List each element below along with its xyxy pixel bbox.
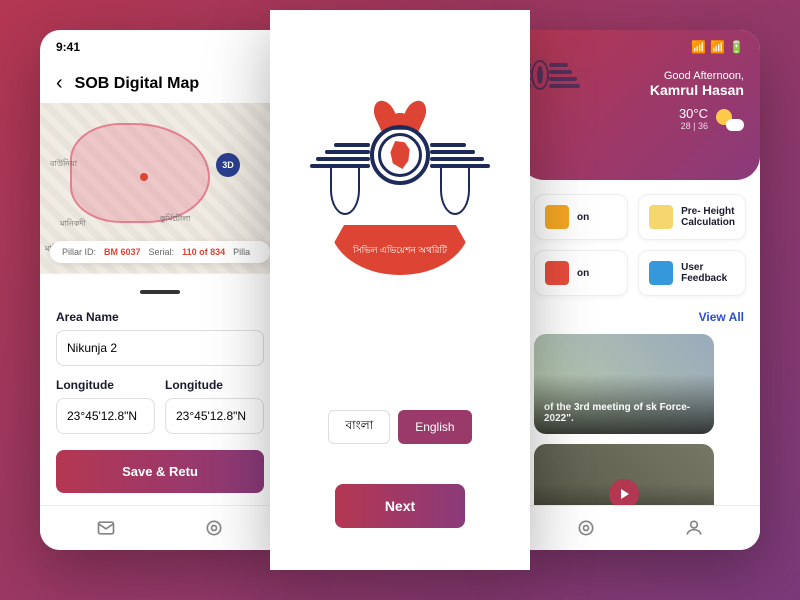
pillar-info-chip: Pillar ID: BM 6037 Serial: 110 of 834 Pi… xyxy=(50,241,270,263)
signal-icon: 📶 xyxy=(691,40,706,54)
map-label: মানিকদী xyxy=(60,218,86,231)
ribbon-banner: সিভিল এভিয়েশন অথরিটি xyxy=(330,225,470,275)
area-label: Area Name xyxy=(56,310,264,324)
next-button[interactable]: Next xyxy=(335,484,465,528)
page-title: SOB Digital Map xyxy=(75,75,199,93)
phone-splash-screen: সিভিল এভিয়েশন অথরিটি বাংলা English Next xyxy=(270,10,530,570)
folder-icon xyxy=(545,205,569,229)
bottom-nav xyxy=(520,505,760,550)
mail-icon[interactable] xyxy=(96,518,116,538)
roundel-icon xyxy=(370,125,430,185)
header: ‹ SOB Digital Map xyxy=(40,64,280,103)
target-icon[interactable] xyxy=(204,518,224,538)
news-card-1[interactable]: of the 3rd meeting of sk Force-2022". xyxy=(534,334,714,434)
wifi-icon: 📶 xyxy=(710,40,725,54)
target-icon[interactable] xyxy=(576,518,596,538)
news-carousel[interactable]: of the 3rd meeting of sk Force-2022". xyxy=(520,324,760,444)
map-label: কুর্মিটোলা xyxy=(160,213,191,226)
longitude-label-2: Longitude xyxy=(165,378,264,392)
lang-bangla-button[interactable]: বাংলা xyxy=(328,410,390,444)
longitude-input-2[interactable] xyxy=(165,398,264,434)
tile-1[interactable]: on xyxy=(534,194,628,240)
serial-label: Serial: xyxy=(149,247,175,257)
map-pin-icon xyxy=(140,173,148,181)
map-zone-overlay xyxy=(70,123,210,223)
bangladesh-map-icon xyxy=(388,141,412,169)
sheet-handle[interactable] xyxy=(140,290,180,294)
3d-toggle-badge[interactable]: 3D xyxy=(216,153,240,177)
map-view[interactable]: 3D বাউনিয়া মানিকদী মাটিকাটা কুর্মিটোলা … xyxy=(40,103,280,273)
status-icons: 📶 📶 🔋 xyxy=(691,40,744,54)
longitude-label: Longitude xyxy=(56,378,155,392)
view-all-link[interactable]: View All xyxy=(520,310,760,324)
surveyor-icon xyxy=(649,205,673,229)
battery-icon: 🔋 xyxy=(729,40,744,54)
status-bar: 9:41 xyxy=(40,30,280,64)
temperature: 30°C 28 | 36 xyxy=(679,106,708,131)
feature-tiles: on Pre- Height Calculation on User Feedb… xyxy=(520,180,760,310)
user-icon[interactable] xyxy=(684,518,704,538)
tile-feedback[interactable]: User Feedback xyxy=(638,250,746,296)
language-toggle: বাংলা English xyxy=(270,410,530,444)
books-icon xyxy=(545,261,569,285)
serial-value: 110 of 834 xyxy=(182,247,225,257)
logo-container: সিভিল এভিয়েশন অথরিটি xyxy=(270,10,530,390)
map-label: বাউনিয়া xyxy=(50,158,77,171)
weather-icon xyxy=(716,107,744,131)
bottom-sheet: Area Name Longitude Longitude Save & Ret… xyxy=(40,273,280,509)
longitude-input-1[interactable] xyxy=(56,398,155,434)
tile-3[interactable]: on xyxy=(534,250,628,296)
status-time: 9:41 xyxy=(56,40,80,54)
area-input[interactable] xyxy=(56,330,264,366)
caab-emblem: সিভিল এভিয়েশন অথরিটি xyxy=(310,100,490,300)
back-icon[interactable]: ‹ xyxy=(56,72,63,95)
phone-home-screen: 📶 📶 🔋 Good Afternoon, Kamrul Hasan 30°C … xyxy=(520,30,760,550)
heart-icon xyxy=(649,261,673,285)
lang-english-button[interactable]: English xyxy=(398,410,471,444)
pillar-id-label: Pillar ID: xyxy=(62,247,96,257)
phone-map-screen: 9:41 ‹ SOB Digital Map 3D বাউনিয়া মানিক… xyxy=(40,30,280,550)
bottom-nav xyxy=(40,505,280,550)
save-button[interactable]: Save & Retu xyxy=(56,450,264,493)
pillar-id-value: BM 6037 xyxy=(104,247,141,257)
hero-header: 📶 📶 🔋 Good Afternoon, Kamrul Hasan 30°C … xyxy=(520,30,760,180)
tile-pre-height[interactable]: Pre- Height Calculation xyxy=(638,194,746,240)
